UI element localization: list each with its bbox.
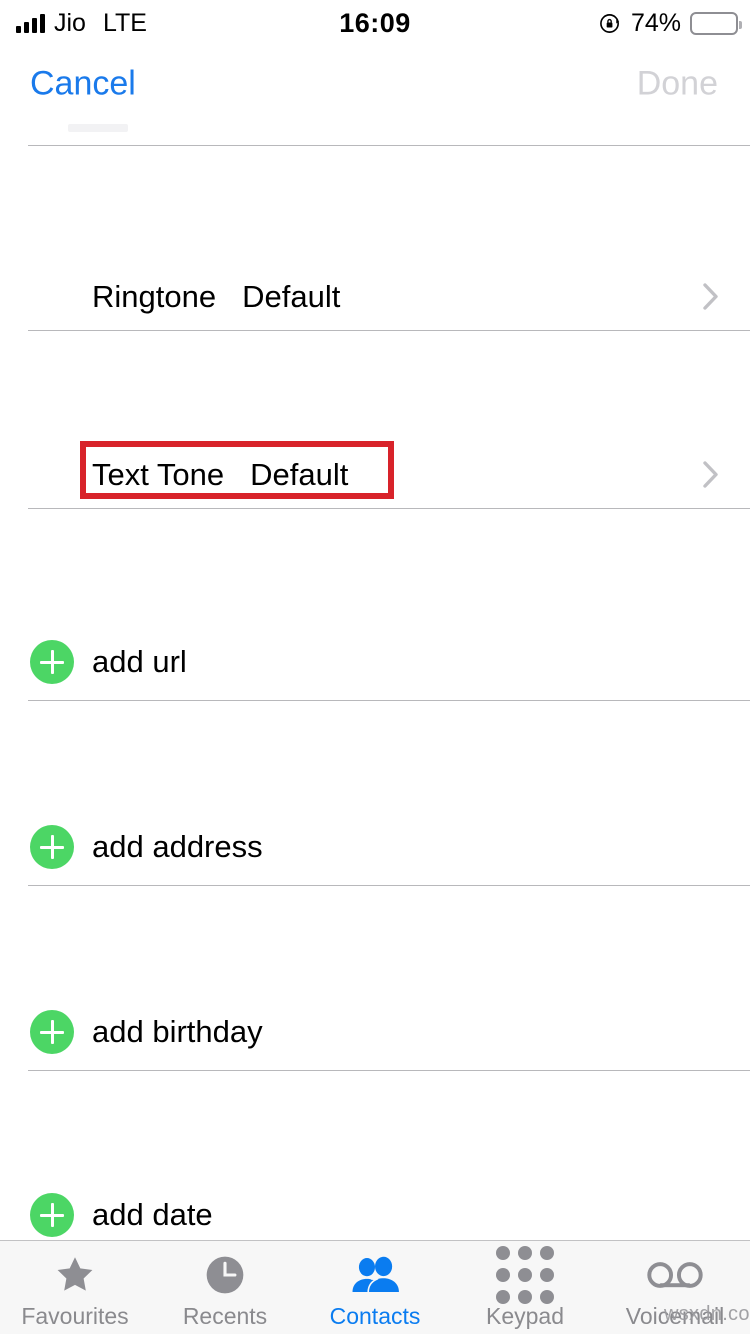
separator xyxy=(28,508,750,509)
ringtone-value: Default xyxy=(242,278,341,314)
done-button[interactable]: Done xyxy=(637,65,718,104)
row-ringtone[interactable]: Ringtone Default xyxy=(0,263,750,330)
star-icon xyxy=(52,1251,98,1299)
add-date-label: add date xyxy=(92,1197,213,1232)
tab-bar: Favourites Recents Contacts Keypad Voice… xyxy=(0,1240,750,1334)
tab-contacts[interactable]: Contacts xyxy=(300,1241,450,1334)
tab-label-recents: Recents xyxy=(182,1303,268,1329)
tab-label-keypad: Keypad xyxy=(485,1303,564,1329)
text-tone-label: Text Tone xyxy=(92,456,225,492)
battery-icon xyxy=(690,11,742,35)
chevron-right-icon xyxy=(702,281,720,312)
tab-recents[interactable]: Recents xyxy=(150,1241,300,1334)
add-birthday-label: add birthday xyxy=(92,1014,263,1049)
contact-fields-list[interactable]: Ringtone Default Text Tone Default add u… xyxy=(0,122,750,1240)
plus-icon[interactable] xyxy=(30,825,74,869)
plus-icon[interactable] xyxy=(30,1010,74,1054)
people-icon xyxy=(350,1251,400,1299)
voicemail-icon xyxy=(647,1251,703,1299)
row-add-date[interactable]: add date xyxy=(0,1190,750,1240)
row-add-url[interactable]: add url xyxy=(0,637,750,687)
status-bar-right: 74% xyxy=(599,0,742,46)
clock-icon xyxy=(203,1251,247,1299)
row-add-address[interactable]: add address xyxy=(0,822,750,872)
separator xyxy=(28,330,750,331)
cancel-button[interactable]: Cancel xyxy=(30,65,136,104)
separator xyxy=(28,885,750,886)
text-tone-value: Default xyxy=(250,456,349,492)
keypad-dots-icon xyxy=(496,1246,554,1304)
tab-favourites[interactable]: Favourites xyxy=(0,1241,150,1334)
separator xyxy=(28,700,750,701)
ringtone-label: Ringtone xyxy=(92,278,217,314)
battery-percent-label: 74% xyxy=(630,8,681,37)
add-address-label: add address xyxy=(92,829,263,864)
watermark: wsxdn.com xyxy=(664,1303,750,1325)
status-bar: Jio LTE 16:09 74% xyxy=(0,0,750,46)
tab-label-contacts: Contacts xyxy=(329,1303,421,1329)
chevron-right-icon xyxy=(702,459,720,490)
plus-icon[interactable] xyxy=(30,1193,74,1237)
tab-keypad[interactable]: Keypad xyxy=(450,1241,600,1334)
contacts-edit-screen: Jio LTE 16:09 74% Cancel Done Ringtone D… xyxy=(0,0,750,1334)
navigation-bar: Cancel Done xyxy=(0,46,750,122)
row-text-tone[interactable]: Text Tone Default xyxy=(0,441,750,508)
tab-label-favourites: Favourites xyxy=(21,1303,129,1329)
scrolled-content-remnant xyxy=(68,124,128,132)
separator xyxy=(28,145,750,146)
add-url-label: add url xyxy=(92,644,187,679)
row-add-birthday[interactable]: add birthday xyxy=(0,1007,750,1057)
plus-icon[interactable] xyxy=(30,640,74,684)
separator xyxy=(28,1070,750,1071)
rotation-lock-icon xyxy=(599,12,622,35)
